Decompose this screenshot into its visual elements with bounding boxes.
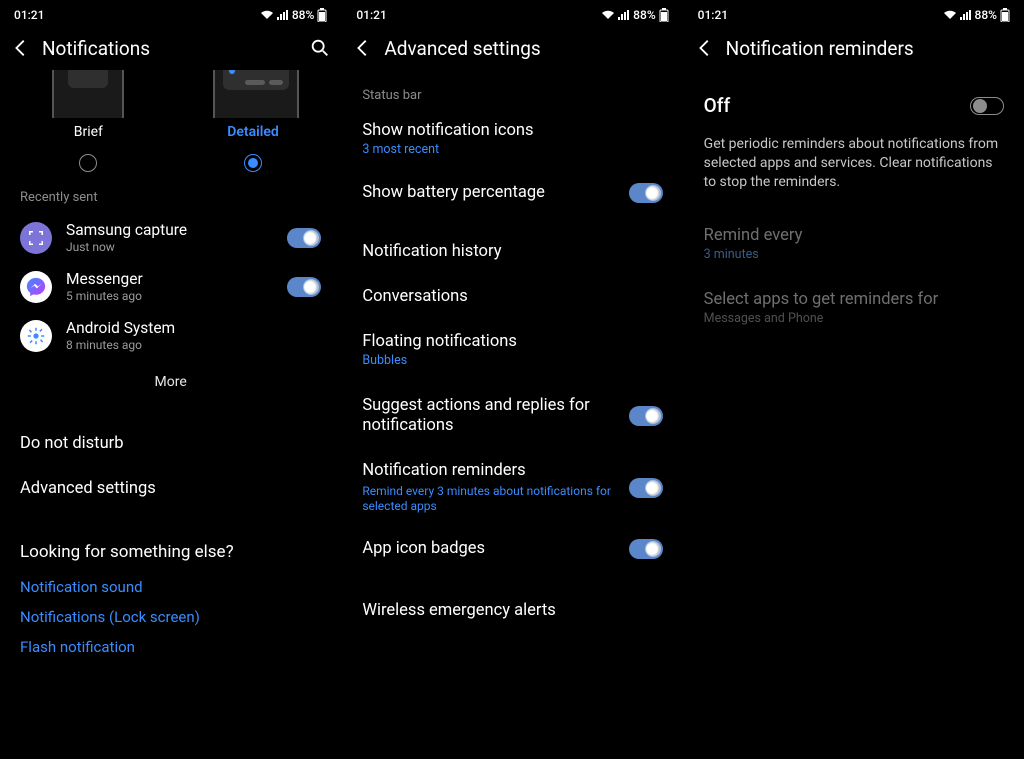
status-time: 01:21 [698, 8, 728, 22]
app-when: 8 minutes ago [66, 338, 175, 352]
app-row-samsung-capture[interactable]: Samsung capture Just now [0, 213, 341, 262]
wifi-icon [943, 10, 957, 20]
wifi-icon [260, 10, 274, 20]
status-right: 88% [260, 8, 327, 22]
style-brief-label: Brief [74, 124, 103, 140]
row-wireless-emergency-alerts[interactable]: Wireless emergency alerts [342, 575, 682, 630]
back-icon[interactable] [352, 37, 374, 59]
status-bar: 01:21 88% [684, 0, 1024, 26]
app-name: Samsung capture [66, 221, 187, 239]
status-right: 88% [601, 8, 668, 22]
row-conversations[interactable]: Conversations [342, 271, 682, 316]
page-title: Notifications [42, 37, 150, 60]
appbar: Advanced settings [342, 26, 682, 70]
appbar: Notification reminders [684, 26, 1024, 70]
status-time: 01:21 [14, 8, 44, 22]
row-select-apps: Select apps to get reminders for Message… [684, 272, 1024, 336]
page-title: Notification reminders [726, 37, 914, 60]
screen-notifications: 01:21 88% Notifications Brief Detailed [0, 0, 341, 759]
page-title: Advanced settings [384, 37, 540, 60]
samsung-capture-icon [20, 222, 52, 254]
signal-icon [618, 10, 630, 20]
status-bar: 01:21 88% [0, 0, 341, 26]
more-button[interactable]: More [0, 360, 341, 408]
link-flash-notification[interactable]: Flash notification [0, 632, 341, 662]
messenger-icon [20, 271, 52, 303]
row-app-icon-badges[interactable]: App icon badges [342, 525, 682, 576]
signal-icon [960, 10, 972, 20]
toggle-notification-reminders[interactable] [629, 478, 663, 498]
status-battery-pct: 88% [292, 8, 314, 22]
status-bar: 01:21 88% [342, 0, 682, 26]
link-notification-sound[interactable]: Notification sound [0, 572, 341, 602]
section-header-recent: Recently sent [0, 172, 341, 213]
looking-header: Looking for something else? [0, 508, 341, 572]
app-when: 5 minutes ago [66, 289, 143, 303]
app-row-android-system[interactable]: Android System 8 minutes ago [0, 311, 341, 360]
section-header-statusbar: Status bar [342, 70, 682, 111]
row-notification-history[interactable]: Notification history [342, 220, 682, 271]
radio-brief[interactable] [79, 154, 97, 172]
row-advanced-settings[interactable]: Advanced settings [0, 463, 341, 508]
link-notifications-lockscreen[interactable]: Notifications (Lock screen) [0, 602, 341, 632]
status-battery-pct: 88% [633, 8, 655, 22]
style-option-detailed[interactable]: Detailed [171, 70, 336, 172]
toggle-show-battery[interactable] [629, 183, 663, 203]
status-battery-pct: 88% [975, 8, 997, 22]
row-do-not-disturb[interactable]: Do not disturb [0, 408, 341, 463]
row-floating-notifications[interactable]: Floating notifications Bubbles [342, 316, 682, 378]
description-text: Get periodic reminders about notificatio… [684, 129, 1024, 202]
row-show-battery-percentage[interactable]: Show battery percentage [342, 167, 682, 220]
battery-icon [1000, 8, 1010, 22]
app-row-messenger[interactable]: Messenger 5 minutes ago [0, 262, 341, 311]
row-remind-every: Remind every 3 minutes [684, 202, 1024, 272]
toggle-messenger[interactable] [287, 277, 321, 297]
app-name: Messenger [66, 270, 143, 288]
search-icon[interactable] [309, 37, 331, 59]
back-icon[interactable] [10, 37, 32, 59]
back-icon[interactable] [694, 37, 716, 59]
row-suggest-actions[interactable]: Suggest actions and replies for notifica… [342, 378, 682, 447]
status-time: 01:21 [356, 8, 386, 22]
wifi-icon [601, 10, 615, 20]
row-show-notification-icons[interactable]: Show notification icons 3 most recent [342, 111, 682, 167]
screen-advanced-settings: 01:21 88% Advanced settings Status bar S… [341, 0, 682, 759]
toggle-samsung-capture[interactable] [287, 228, 321, 248]
toggle-suggest-actions[interactable] [629, 406, 663, 426]
master-toggle-row[interactable]: Off [684, 70, 1024, 129]
battery-icon [317, 8, 327, 22]
status-right: 88% [943, 8, 1010, 22]
screen-notification-reminders: 01:21 88% Notification reminders Off Get… [683, 0, 1024, 759]
radio-detailed[interactable] [244, 154, 262, 172]
battery-icon [659, 8, 669, 22]
notification-style-selector: Brief Detailed [0, 70, 341, 172]
row-notification-reminders[interactable]: Notification reminders Remind every 3 mi… [342, 447, 682, 525]
android-system-icon [20, 320, 52, 352]
toggle-master[interactable] [970, 97, 1004, 115]
style-option-brief[interactable]: Brief [6, 70, 171, 172]
master-toggle-label: Off [704, 94, 731, 117]
app-when: Just now [66, 240, 187, 254]
signal-icon [277, 10, 289, 20]
toggle-app-icon-badges[interactable] [629, 539, 663, 559]
app-name: Android System [66, 319, 175, 337]
style-detailed-label: Detailed [227, 124, 279, 140]
appbar: Notifications [0, 26, 341, 70]
